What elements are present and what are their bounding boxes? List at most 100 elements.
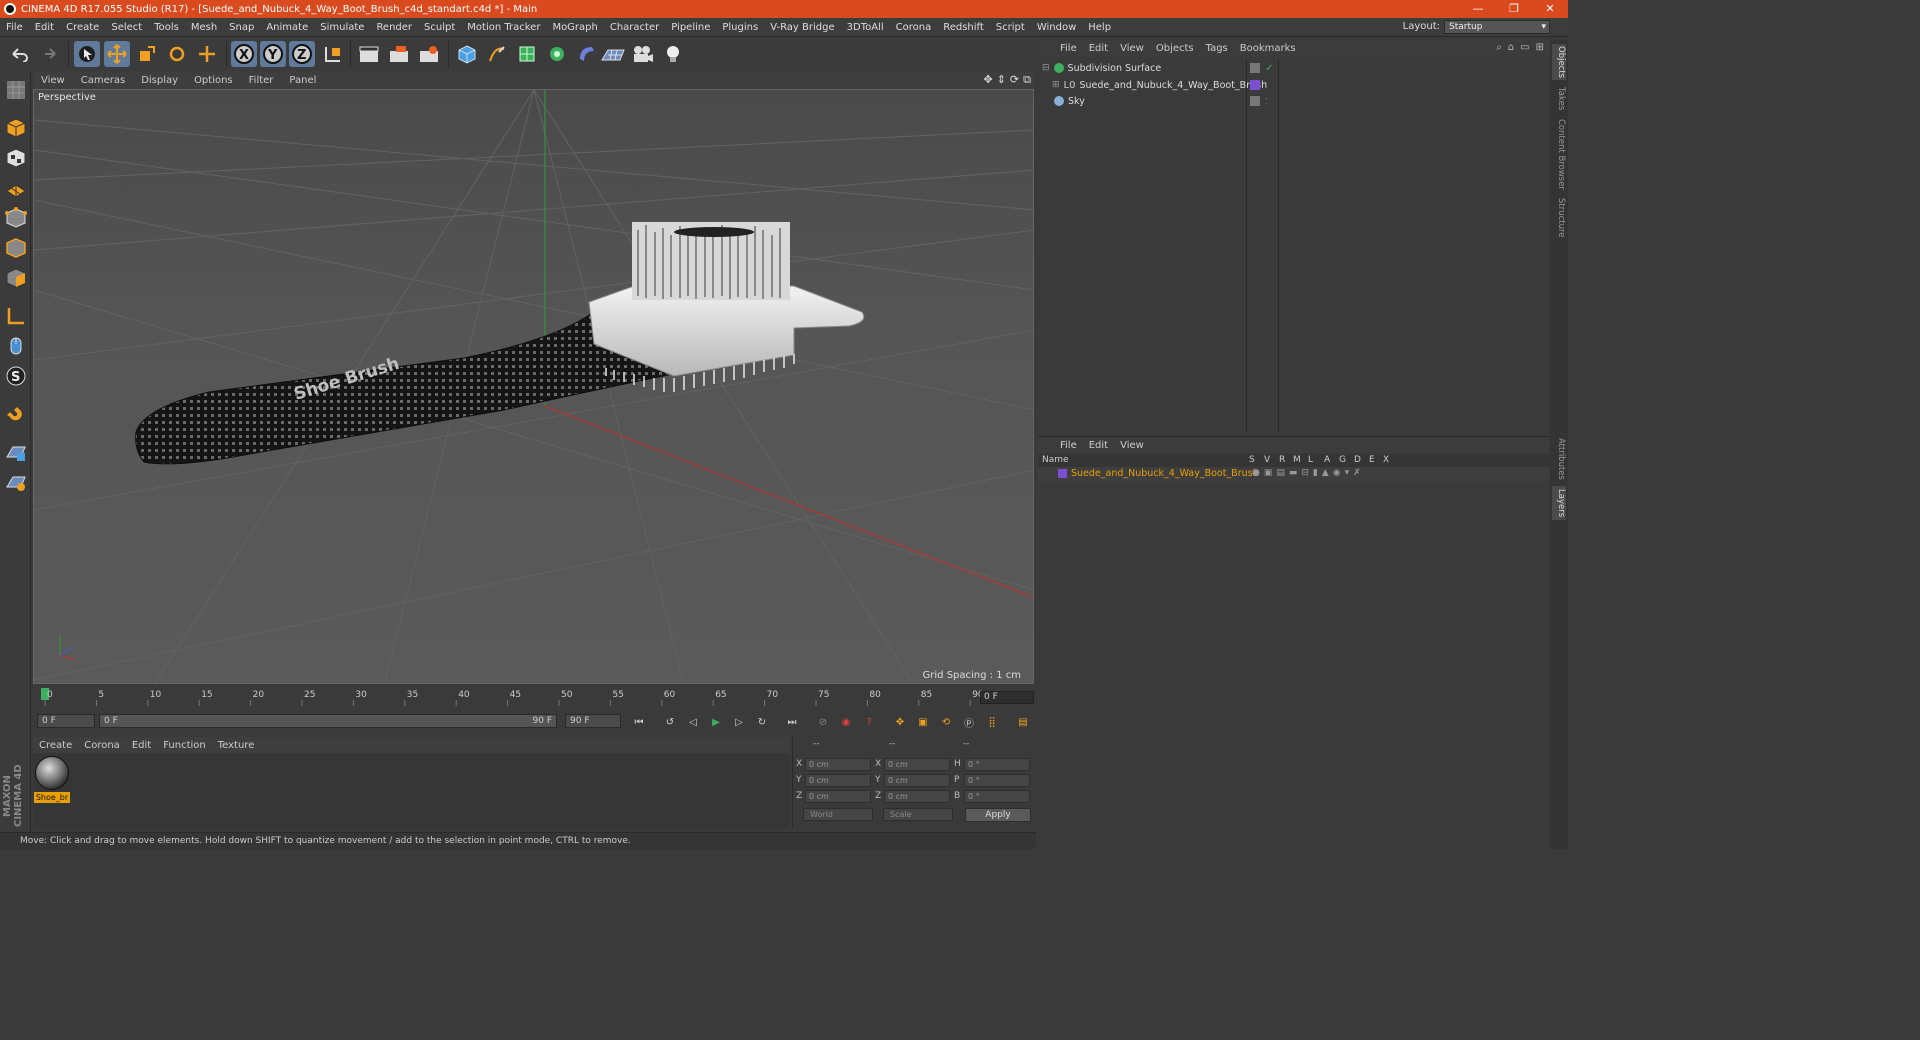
scale-tool-button[interactable]	[134, 41, 160, 67]
menu-mograph[interactable]: MoGraph	[546, 22, 603, 33]
grid-snap-button[interactable]	[3, 439, 29, 465]
viewport-menu-options[interactable]: Options	[186, 75, 241, 86]
material-thumbnail[interactable]	[35, 756, 69, 790]
viewport-menu-cameras[interactable]: Cameras	[73, 75, 133, 86]
object-menu-objects[interactable]: Objects	[1150, 43, 1200, 54]
column-view[interactable]: V	[1264, 455, 1270, 465]
menu-3dtoall[interactable]: 3DToAll	[841, 22, 890, 33]
camera-button[interactable]	[630, 41, 656, 67]
menu-edit[interactable]: Edit	[29, 22, 60, 33]
object-menu-file[interactable]: File	[1054, 43, 1083, 54]
viewport-dolly-icon[interactable]: ⇕	[997, 73, 1006, 87]
deformer-button[interactable]	[574, 41, 600, 67]
snap-button[interactable]: S	[3, 363, 29, 389]
visibility-dots-icon[interactable]: ⁚	[1265, 97, 1268, 106]
tab-structure[interactable]: Structure	[1552, 196, 1566, 240]
preview-range-slider[interactable]: 0 F 90 F	[99, 714, 557, 728]
expand-icon[interactable]: ⊞	[1052, 80, 1060, 90]
layer-row[interactable]: Suede_and_Nubuck_4_Way_Boot_Brush ●▣▤▬⊟▮…	[1038, 467, 1550, 481]
menu-help[interactable]: Help	[1082, 22, 1117, 33]
texture-mode-button[interactable]	[3, 145, 29, 171]
model-mode-button[interactable]	[3, 115, 29, 141]
menu-corona[interactable]: Corona	[890, 22, 938, 33]
menu-vray-bridge[interactable]: V-Ray Bridge	[764, 22, 840, 33]
timeline-window-button[interactable]: ▤	[1013, 712, 1033, 732]
column-solo[interactable]: S	[1249, 455, 1255, 465]
collapse-icon[interactable]: ⊟	[1042, 63, 1050, 73]
column-expressions[interactable]: E	[1369, 455, 1375, 465]
object-row-brush[interactable]: ⊞ L0 Suede_and_Nubuck_4_Way_Boot_Brush ⁚	[1038, 77, 1550, 93]
undo-button[interactable]	[6, 41, 32, 67]
visibility-dots-icon[interactable]: ⁚	[1265, 81, 1268, 90]
viewport-rotate-icon[interactable]: ⟳	[1010, 73, 1019, 87]
menu-script[interactable]: Script	[990, 22, 1031, 33]
material-menu-function[interactable]: Function	[157, 740, 212, 751]
go-to-end-button[interactable]: ⏭	[782, 712, 802, 732]
redo-button[interactable]	[36, 41, 62, 67]
menu-create[interactable]: Create	[60, 22, 105, 33]
column-render[interactable]: R	[1279, 455, 1285, 465]
editor-visibility-icon[interactable]	[1250, 63, 1260, 73]
viewport-pan-icon[interactable]: ✥	[983, 73, 992, 87]
key-position-button[interactable]: ✥	[890, 712, 910, 732]
perspective-viewport[interactable]: Shoe Brush Perspective Grid Spacing : 1 …	[33, 89, 1034, 684]
z-axis-lock-button[interactable]: Z	[289, 41, 315, 67]
coordinate-system-button[interactable]	[320, 41, 346, 67]
subdivision-button[interactable]	[514, 41, 540, 67]
rotation-b-field[interactable]: 0 °	[964, 790, 1030, 803]
material-menu-edit[interactable]: Edit	[126, 740, 157, 751]
position-y-field[interactable]: 0 cm	[805, 774, 871, 787]
tab-content-browser[interactable]: Content Browser	[1552, 118, 1566, 190]
layout-select[interactable]: Startup ▾	[1444, 20, 1550, 34]
workplane-mode-button[interactable]	[3, 175, 29, 201]
minimize-button[interactable]: —	[1460, 0, 1496, 18]
menu-motion-tracker[interactable]: Motion Tracker	[461, 22, 546, 33]
move-tool-button[interactable]	[104, 41, 130, 67]
position-x-field[interactable]: 0 cm	[805, 758, 871, 771]
column-name[interactable]: Name	[1042, 455, 1069, 465]
layer-color-swatch[interactable]	[1058, 469, 1067, 478]
object-menu-bookmarks[interactable]: Bookmarks	[1234, 43, 1302, 54]
object-row-subdivision[interactable]: ⊟ Subdivision Surface ✓	[1038, 60, 1550, 76]
cloner-button[interactable]	[544, 41, 570, 67]
column-manager[interactable]: M	[1293, 455, 1301, 465]
position-z-field[interactable]: 0 cm	[805, 790, 871, 803]
expand-icon[interactable]: ⊞	[1536, 42, 1544, 53]
object-name[interactable]: Suede_and_Nubuck_4_Way_Boot_Brush	[1079, 80, 1267, 91]
material-menu-texture[interactable]: Texture	[212, 740, 261, 751]
column-generators[interactable]: G	[1339, 455, 1346, 465]
size-x-field[interactable]: 0 cm	[884, 758, 950, 771]
column-locked[interactable]: L	[1308, 455, 1313, 465]
new-window-icon[interactable]: ▭	[1520, 42, 1529, 53]
render-view-button[interactable]	[356, 41, 382, 67]
viewport-camera-label[interactable]: Perspective	[36, 92, 98, 103]
layer-flag-icons[interactable]: ●▣▤▬⊟▮▲◉▾✗	[1252, 468, 1365, 478]
viewport-menu-filter[interactable]: Filter	[241, 75, 282, 86]
layer-name[interactable]: Suede_and_Nubuck_4_Way_Boot_Brush	[1071, 468, 1259, 479]
key-parameter-button[interactable]: Ⓟ	[959, 712, 979, 732]
rotation-p-field[interactable]: 0 °	[964, 774, 1030, 787]
next-frame-button[interactable]: ▷	[729, 712, 749, 732]
search-icon[interactable]: ⌕	[1496, 42, 1502, 53]
viewport-menu-panel[interactable]: Panel	[281, 75, 324, 86]
go-to-start-button[interactable]: ⏮	[629, 712, 649, 732]
menu-mesh[interactable]: Mesh	[185, 22, 223, 33]
previous-frame-button[interactable]: ◁	[683, 712, 703, 732]
object-row-sky[interactable]: Sky ⁚	[1038, 93, 1550, 109]
menu-redshift[interactable]: Redshift	[937, 22, 990, 33]
layer-menu-file[interactable]: File	[1054, 440, 1083, 451]
column-xref[interactable]: X	[1383, 455, 1389, 465]
tab-takes[interactable]: Takes	[1552, 86, 1566, 112]
menu-snap[interactable]: Snap	[223, 22, 260, 33]
floor-button[interactable]	[600, 41, 626, 67]
previous-key-button[interactable]: ↺	[660, 712, 680, 732]
render-settings-button[interactable]	[416, 41, 442, 67]
menu-select[interactable]: Select	[105, 22, 148, 33]
column-animation[interactable]: A	[1324, 455, 1330, 465]
material-menu-create[interactable]: Create	[33, 740, 78, 751]
size-z-field[interactable]: 0 cm	[884, 790, 950, 803]
next-key-button[interactable]: ↻	[752, 712, 772, 732]
coordinate-mode-select[interactable]: World	[803, 808, 873, 821]
layer-color-icon[interactable]	[1250, 80, 1260, 90]
cube-object-button[interactable]	[454, 41, 480, 67]
